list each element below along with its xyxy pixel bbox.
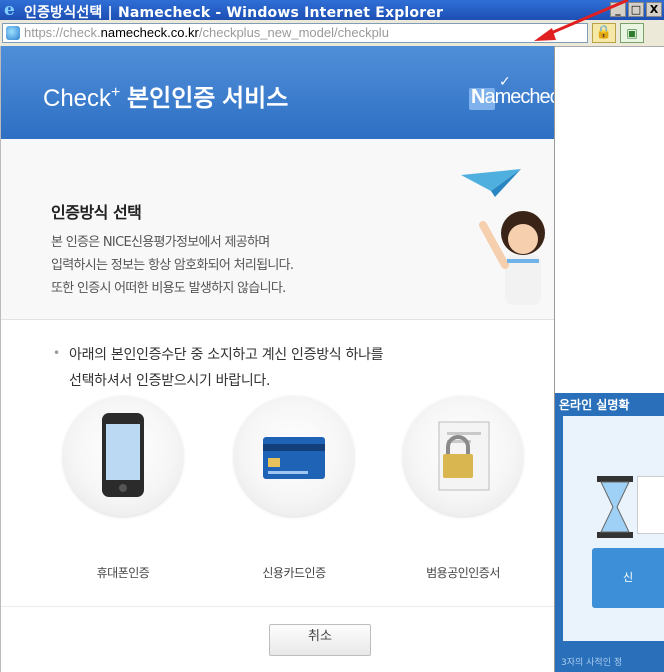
background-window[interactable]: 온라인 실명확 신 3자의 사적인 정	[555, 393, 664, 672]
page-icon	[6, 26, 20, 40]
header-banner: Check+ 본인인증 서비스 Namecheck ✓	[1, 46, 554, 139]
intro-title: 인증방식 선택	[51, 203, 142, 222]
intro-line-2: 입력하시는 정보는 항상 암호화되어 처리됩니다.	[51, 258, 294, 273]
window-title: 인증방식선택 | Namecheck - Windows Internet Ex…	[24, 5, 444, 21]
background-window-title: 온라인 실명확	[559, 398, 630, 412]
url-host: namecheck.co.kr	[100, 25, 199, 40]
certificate-icon	[438, 421, 490, 491]
credit-card-auth-label[interactable]: 신용카드인증	[229, 564, 359, 581]
intro-line-1: 본 인증은 NICE신용평가정보에서 제공하며	[51, 235, 270, 250]
mobile-auth-option[interactable]	[63, 396, 183, 516]
mobile-auth-label[interactable]: 휴대폰인증	[58, 564, 188, 581]
maximize-button[interactable]: □	[628, 2, 644, 17]
intro-section: 인증방식 선택 본 인증은 NICE신용평가정보에서 제공하며 입력하시는 정보…	[1, 139, 554, 320]
url-subdomain: check.	[63, 25, 101, 40]
credit-card-icon	[263, 437, 325, 479]
certificate-auth-label[interactable]: 범용공인인증서	[398, 564, 528, 581]
background-window-button[interactable]: 신	[592, 548, 664, 608]
popup-content: Check+ 본인인증 서비스 Namecheck ✓ 인증방식 선택 본 인증…	[0, 46, 555, 672]
namecheck-logo: Namecheck ✓	[469, 74, 554, 110]
url-field[interactable]: https://check.namecheck.co.kr/checkplus_…	[2, 23, 588, 43]
annotation-arrow	[534, 0, 629, 41]
url-scheme: https://	[24, 25, 64, 40]
intro-line-3: 또한 인증시 어떠한 비용도 발생하지 않습니다.	[51, 281, 286, 296]
certificate-auth-option[interactable]	[403, 396, 523, 516]
bullet-dot: •	[53, 346, 61, 360]
instruction-text: 아래의 본인인증수단 중 소지하고 계신 인증방식 하나를 선택하셔서 인증받으…	[69, 347, 384, 389]
background-window-footer: 3자의 사적인 정	[561, 658, 623, 668]
url-path: /checkplus_new_model/checkplu	[198, 25, 389, 40]
close-button[interactable]: X	[646, 2, 662, 17]
divider	[1, 606, 554, 607]
girl-illustration	[479, 211, 545, 305]
cancel-button[interactable]: 취소	[269, 624, 371, 656]
internet-explorer-icon: e	[4, 0, 15, 20]
paper-plane-icon	[461, 169, 521, 197]
mobile-phone-icon	[102, 413, 144, 497]
service-title: Check+ 본인인증 서비스	[43, 84, 289, 112]
hourglass-icon	[597, 476, 633, 538]
credit-card-auth-option[interactable]	[234, 396, 354, 516]
